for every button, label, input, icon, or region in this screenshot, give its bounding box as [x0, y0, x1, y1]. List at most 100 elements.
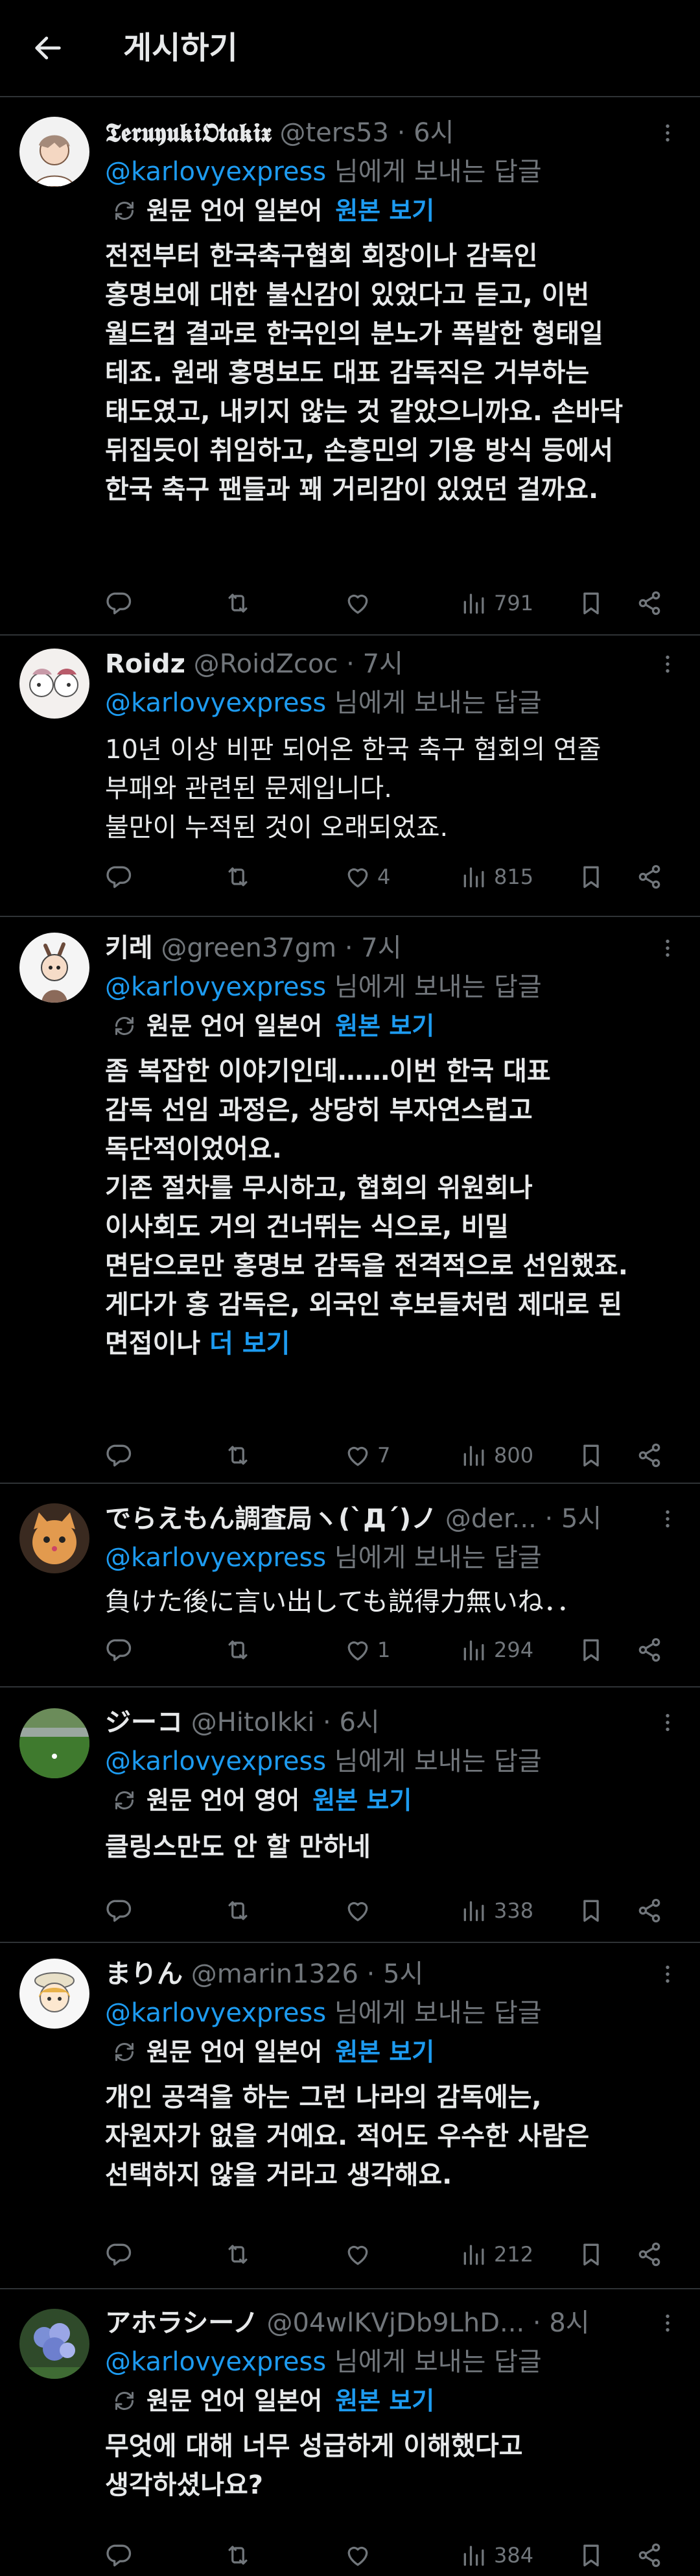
reply-tweet[interactable]: ジーコ @HitoIkki · 6시 @karlovyexpress 님에게 보…: [0, 1689, 700, 1943]
retweet-button[interactable]: [224, 1630, 252, 1669]
reply-button[interactable]: [105, 1630, 134, 1669]
user-handle[interactable]: @der...: [445, 1504, 537, 1534]
display-name[interactable]: ジーコ: [105, 1708, 183, 1737]
like-button[interactable]: 1: [344, 1630, 390, 1669]
like-button[interactable]: [344, 2235, 377, 2274]
timestamp[interactable]: 7시: [361, 933, 401, 963]
display-name[interactable]: でらえもん調査局ヽ(`Д´)ノ: [105, 1504, 437, 1534]
more-options-button[interactable]: [655, 113, 681, 152]
timestamp[interactable]: 6시: [414, 118, 454, 148]
retweet-button[interactable]: [224, 2235, 252, 2274]
like-button[interactable]: [344, 2536, 377, 2575]
retweet-button[interactable]: [224, 1436, 252, 1475]
reply-tweet[interactable]: アホラシーノ @04wlKVjDb9LhD... · 8시 @karlovyex…: [0, 2291, 700, 2576]
reply-handle-link[interactable]: @karlovyexpress: [105, 157, 326, 187]
display-name[interactable]: 키레: [105, 933, 153, 963]
views-button[interactable]: 338: [460, 1891, 533, 1930]
user-handle[interactable]: @marin1326: [191, 1959, 358, 1989]
retweet-button[interactable]: [224, 1891, 252, 1930]
like-button[interactable]: 7: [344, 1436, 390, 1475]
avatar[interactable]: [19, 1503, 89, 1573]
timestamp[interactable]: 5시: [561, 1504, 601, 1534]
back-button[interactable]: [29, 29, 67, 67]
share-button[interactable]: [635, 857, 664, 896]
bookmark-button[interactable]: [577, 2235, 605, 2274]
reply-context: @karlovyexpress 님에게 보내는 답글: [105, 1538, 681, 1577]
user-handle[interactable]: @HitoIkki: [191, 1708, 315, 1737]
share-button[interactable]: [635, 1891, 664, 1930]
retweet-button[interactable]: [224, 857, 252, 896]
reply-tweet[interactable]: Roidz @RoidZcoc · 7시 @karlovyexpress 님에게…: [0, 637, 700, 917]
avatar[interactable]: [19, 117, 89, 187]
views-button[interactable]: 384: [460, 2536, 533, 2575]
reply-tweet[interactable]: 𝕿𝖊𝖗𝖚𝖞𝖚𝖐𝖎𝕺𝖙𝖆𝖐𝖎𝖝 @ters53 · 6시 @karlovyexpr…: [0, 97, 700, 636]
share-button[interactable]: [635, 1630, 664, 1669]
show-original-link[interactable]: 원본 보기: [335, 191, 434, 230]
user-handle[interactable]: @green37gm: [161, 933, 336, 963]
timestamp[interactable]: 7시: [363, 649, 403, 679]
retweet-button[interactable]: [224, 584, 252, 623]
reply-icon: [105, 589, 134, 617]
reply-tweet[interactable]: 키레 @green37gm · 7시 @karlovyexpress 님에게 보…: [0, 918, 700, 1484]
more-options-button[interactable]: [655, 2304, 681, 2343]
reply-handle-link[interactable]: @karlovyexpress: [105, 2347, 326, 2377]
avatar[interactable]: [19, 1708, 89, 1778]
timestamp[interactable]: 6시: [339, 1708, 379, 1737]
bookmark-button[interactable]: [577, 584, 605, 623]
reply-handle-link[interactable]: @karlovyexpress: [105, 972, 326, 1002]
views-button[interactable]: 800: [460, 1436, 533, 1475]
show-original-link[interactable]: 원본 보기: [335, 2033, 434, 2071]
more-options-button[interactable]: [655, 1955, 681, 1994]
avatar[interactable]: [19, 649, 89, 719]
reply-button[interactable]: [105, 2536, 134, 2575]
reply-button[interactable]: [105, 1891, 134, 1930]
share-button[interactable]: [635, 2235, 664, 2274]
views-button[interactable]: 791: [460, 584, 533, 623]
share-button[interactable]: [635, 1436, 664, 1475]
share-button[interactable]: [635, 584, 664, 623]
show-original-link[interactable]: 원본 보기: [335, 2381, 434, 2420]
reply-handle-link[interactable]: @karlovyexpress: [105, 688, 326, 718]
bookmark-button[interactable]: [577, 2536, 605, 2575]
bookmark-button[interactable]: [577, 1891, 605, 1930]
display-name[interactable]: まりん: [105, 1959, 183, 1989]
avatar[interactable]: [19, 933, 89, 1003]
reply-button[interactable]: [105, 584, 134, 623]
show-original-link[interactable]: 원본 보기: [312, 1781, 412, 1820]
show-original-link[interactable]: 원본 보기: [335, 1007, 434, 1045]
more-options-button[interactable]: [655, 1703, 681, 1742]
bookmark-button[interactable]: [577, 857, 605, 896]
reply-tweet[interactable]: でらえもん調査局ヽ(`Д´)ノ @der... · 5시 @karlovyexp…: [0, 1485, 700, 1688]
show-more-link[interactable]: 더 보기: [209, 1329, 290, 1359]
more-options-button[interactable]: [655, 929, 681, 968]
share-button[interactable]: [635, 2536, 664, 2575]
display-name[interactable]: 𝕿𝖊𝖗𝖚𝖞𝖚𝖐𝖎𝕺𝖙𝖆𝖐𝖎𝖝: [105, 118, 272, 148]
views-button[interactable]: 212: [460, 2235, 533, 2274]
user-handle[interactable]: @04wlKVjDb9LhD...: [267, 2308, 525, 2338]
display-name[interactable]: アホラシーノ: [105, 2308, 259, 2338]
reply-handle-link[interactable]: @karlovyexpress: [105, 1543, 326, 1573]
reply-button[interactable]: [105, 2235, 134, 2274]
views-button[interactable]: 294: [460, 1630, 533, 1669]
reply-handle-link[interactable]: @karlovyexpress: [105, 1747, 326, 1776]
retweet-button[interactable]: [224, 2536, 252, 2575]
reply-button[interactable]: [105, 1436, 134, 1475]
views-button[interactable]: 815: [460, 857, 533, 896]
more-options-button[interactable]: [655, 1499, 681, 1538]
more-options-button[interactable]: [655, 645, 681, 684]
timestamp[interactable]: 5시: [383, 1959, 423, 1989]
display-name[interactable]: Roidz: [105, 649, 185, 679]
bookmark-button[interactable]: [577, 1630, 605, 1669]
reply-handle-link[interactable]: @karlovyexpress: [105, 1998, 326, 2028]
bookmark-button[interactable]: [577, 1436, 605, 1475]
user-handle[interactable]: @RoidZcoc: [194, 649, 338, 679]
reply-button[interactable]: [105, 857, 134, 896]
like-button[interactable]: [344, 1891, 377, 1930]
reply-tweet[interactable]: まりん @marin1326 · 5시 @karlovyexpress 님에게 …: [0, 1944, 700, 2289]
like-button[interactable]: [344, 584, 377, 623]
timestamp[interactable]: 8시: [549, 2308, 589, 2338]
like-button[interactable]: 4: [344, 857, 390, 896]
avatar[interactable]: [19, 2309, 89, 2379]
user-handle[interactable]: @ters53: [279, 118, 388, 148]
avatar[interactable]: [19, 1959, 89, 2029]
